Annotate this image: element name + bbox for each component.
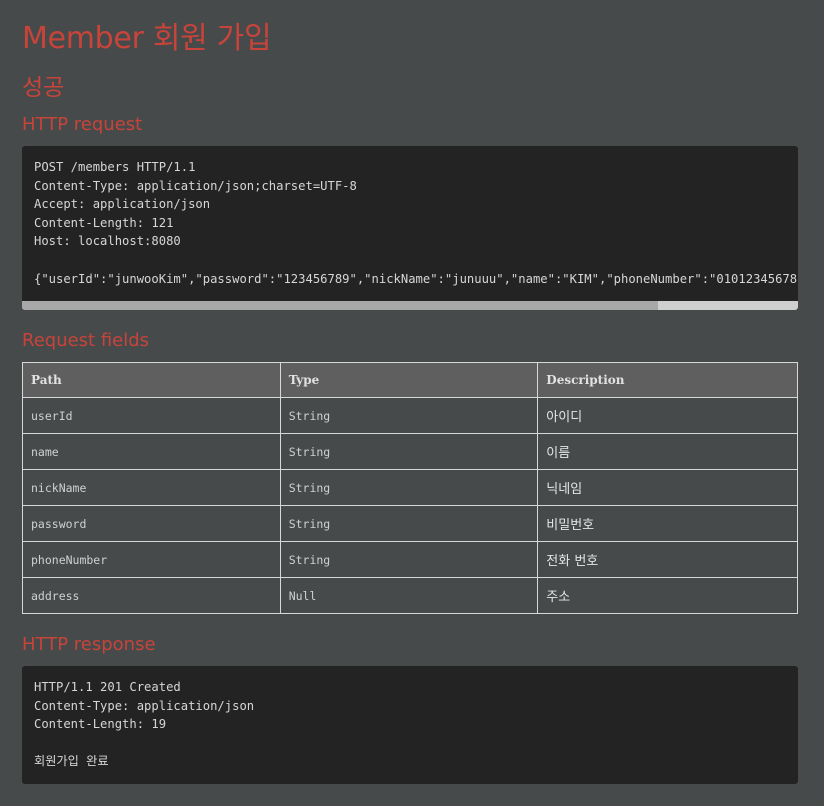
page-title: Member 회원 가입	[22, 21, 272, 56]
field-path: name	[22, 433, 281, 470]
field-description: 주소	[537, 577, 798, 614]
http-response-heading: HTTP response	[22, 634, 156, 655]
table-row: name String 이름	[22, 433, 798, 470]
request-fields-table: Path Type Description userId String 아이디 …	[22, 362, 798, 614]
page-subtitle: 성공	[22, 75, 65, 101]
horizontal-scrollbar[interactable]	[22, 301, 798, 310]
field-description: 아이디	[537, 397, 798, 434]
http-request-code-block: POST /members HTTP/1.1 Content-Type: app…	[22, 146, 798, 310]
http-request-code: POST /members HTTP/1.1 Content-Type: app…	[22, 146, 798, 300]
field-description: 전화 번호	[537, 541, 798, 578]
http-response-code: HTTP/1.1 201 Created Content-Type: appli…	[22, 666, 798, 783]
field-path: nickName	[22, 469, 281, 506]
field-path: userId	[22, 397, 281, 434]
code-line: 회원가입 완료	[34, 754, 109, 769]
table-row: password String 비밀번호	[22, 505, 798, 542]
field-type: String	[279, 397, 539, 434]
column-header-type: Type	[279, 362, 539, 398]
http-response-code-block: HTTP/1.1 201 Created Content-Type: appli…	[22, 666, 798, 784]
column-header-path: Path	[22, 362, 281, 398]
field-path: password	[22, 505, 281, 542]
field-type: Null	[279, 577, 539, 614]
code-line: HTTP/1.1 201 Created	[34, 680, 181, 694]
scrollbar-thumb[interactable]	[22, 301, 659, 310]
table-row: nickName String 닉네임	[22, 469, 798, 506]
field-type: String	[279, 541, 539, 578]
table-row: phoneNumber String 전화 번호	[22, 541, 798, 578]
request-fields-heading: Request fields	[22, 330, 150, 351]
code-line: Content-Length: 19	[34, 717, 167, 732]
field-description: 이름	[537, 433, 798, 470]
table-header-row: Path Type Description	[22, 362, 798, 398]
http-request-heading: HTTP request	[22, 114, 143, 135]
code-line: Host: localhost:8080	[34, 234, 181, 249]
field-path: address	[22, 577, 281, 614]
field-type: String	[279, 433, 539, 470]
table-row: address Null 주소	[22, 577, 798, 614]
code-line: {"userId":"junwooKim","password":"123456…	[34, 271, 798, 286]
table-row: userId String 아이디	[22, 397, 798, 434]
column-header-description: Description	[537, 362, 798, 398]
api-doc-page: Member 회원 가입 성공 HTTP request POST /membe…	[0, 0, 824, 806]
field-description: 비밀번호	[537, 505, 798, 542]
code-line: Accept: application/json	[34, 197, 211, 212]
code-line: Content-Type: application/json	[34, 698, 255, 713]
code-line: POST /members HTTP/1.1	[34, 160, 196, 174]
field-type: String	[279, 505, 539, 542]
code-line: Content-Length: 121	[34, 215, 174, 230]
field-description: 닉네임	[537, 469, 798, 506]
field-path: phoneNumber	[22, 541, 281, 578]
field-type: String	[279, 469, 539, 506]
code-line: Content-Type: application/json;charset=U…	[34, 178, 357, 193]
